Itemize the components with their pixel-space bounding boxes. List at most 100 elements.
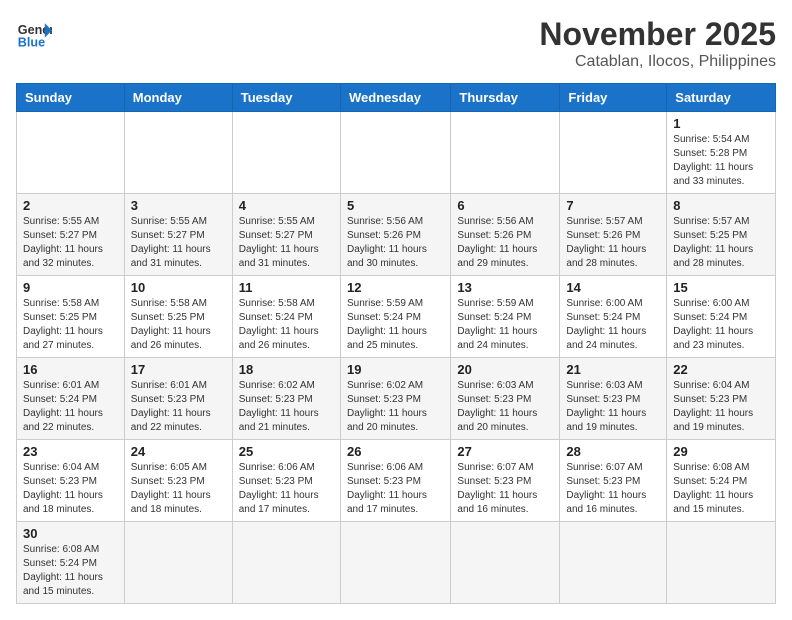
day-number: 22 (673, 362, 769, 377)
table-row: 16Sunrise: 6:01 AMSunset: 5:24 PMDayligh… (17, 358, 125, 440)
logo: General Blue (16, 16, 52, 52)
header-friday: Friday (560, 84, 667, 112)
day-number: 12 (347, 280, 444, 295)
table-row: 19Sunrise: 6:02 AMSunset: 5:23 PMDayligh… (340, 358, 450, 440)
day-info: Sunrise: 6:04 AMSunset: 5:23 PMDaylight:… (23, 461, 118, 517)
table-row (560, 112, 667, 194)
day-number: 10 (131, 280, 226, 295)
table-row (124, 112, 232, 194)
day-info: Sunrise: 6:00 AMSunset: 5:24 PMDaylight:… (566, 297, 660, 353)
table-row: 4Sunrise: 5:55 AMSunset: 5:27 PMDaylight… (232, 194, 340, 276)
day-number: 24 (131, 444, 226, 459)
table-row: 11 Sunrise: 5:58 AMSunset: 5:24 PMDayligh… (232, 276, 340, 358)
location-title: Catablan, Ilocos, Philippines (539, 53, 776, 71)
table-row: 17 Sunrise: 6:01 AMSunset: 5:23 PMDayligh… (124, 358, 232, 440)
day-number: 30 (23, 526, 118, 541)
header-monday: Monday (124, 84, 232, 112)
table-row: 27 Sunrise: 6:07 AMSunset: 5:23 PMDayligh… (451, 440, 560, 522)
day-info: Sunrise: 6:00 AMSunset: 5:24 PMDaylight:… (673, 297, 769, 353)
day-info: Sunrise: 6:03 AMSunset: 5:23 PMDaylight:… (566, 379, 660, 435)
table-row: 24 Sunrise: 6:05 AMSunset: 5:23 PMDayligh… (124, 440, 232, 522)
day-number: 17 (131, 362, 226, 377)
day-number: 1 (673, 116, 769, 131)
day-info: Sunrise: 5:55 AMSunset: 5:27 PMDaylight:… (23, 215, 118, 271)
table-row: 21 Sunrise: 6:03 AMSunset: 5:23 PMDayligh… (560, 358, 667, 440)
day-info: Sunrise: 5:58 AMSunset: 5:25 PMDaylight:… (131, 297, 226, 353)
day-number: 11 (239, 280, 334, 295)
day-info: Sunrise: 5:59 AMSunset: 5:24 PMDaylight:… (347, 297, 444, 353)
calendar-week-row: 1 Sunrise: 5:54 AMSunset: 5:28 PMDaylight… (17, 112, 776, 194)
day-number: 3 (131, 198, 226, 213)
day-number: 7 (566, 198, 660, 213)
day-number: 9 (23, 280, 118, 295)
table-row (232, 522, 340, 604)
svg-text:Blue: Blue (18, 36, 45, 50)
header-thursday: Thursday (451, 84, 560, 112)
day-info: Sunrise: 6:06 AMSunset: 5:23 PMDaylight:… (347, 461, 444, 517)
weekday-header-row: Sunday Monday Tuesday Wednesday Thursday… (17, 84, 776, 112)
day-info: Sunrise: 6:07 AMSunset: 5:23 PMDaylight:… (566, 461, 660, 517)
day-number: 26 (347, 444, 444, 459)
table-row: 22 Sunrise: 6:04 AMSunset: 5:23 PMDayligh… (667, 358, 776, 440)
table-row: 20 Sunrise: 6:03 AMSunset: 5:23 PMDayligh… (451, 358, 560, 440)
table-row (124, 522, 232, 604)
table-row: 9 Sunrise: 5:58 AMSunset: 5:25 PMDaylight… (17, 276, 125, 358)
logo-icon: General Blue (16, 16, 52, 52)
day-info: Sunrise: 6:01 AMSunset: 5:23 PMDaylight:… (131, 379, 226, 435)
day-info: Sunrise: 5:56 AMSunset: 5:26 PMDaylight:… (457, 215, 553, 271)
table-row (340, 522, 450, 604)
day-info: Sunrise: 5:54 AMSunset: 5:28 PMDaylight:… (673, 133, 769, 189)
table-row: 13Sunrise: 5:59 AMSunset: 5:24 PMDayligh… (451, 276, 560, 358)
day-info: Sunrise: 5:55 AMSunset: 5:27 PMDaylight:… (131, 215, 226, 271)
calendar-week-row: 23 Sunrise: 6:04 AMSunset: 5:23 PMDayligh… (17, 440, 776, 522)
table-row: 8Sunrise: 5:57 AMSunset: 5:25 PMDaylight… (667, 194, 776, 276)
table-row (232, 112, 340, 194)
day-number: 14 (566, 280, 660, 295)
day-info: Sunrise: 5:58 AMSunset: 5:25 PMDaylight:… (23, 297, 118, 353)
table-row: 25Sunrise: 6:06 AMSunset: 5:23 PMDayligh… (232, 440, 340, 522)
table-row: 3 Sunrise: 5:55 AMSunset: 5:27 PMDaylight… (124, 194, 232, 276)
day-info: Sunrise: 6:08 AMSunset: 5:24 PMDaylight:… (23, 543, 118, 599)
header-saturday: Saturday (667, 84, 776, 112)
day-number: 15 (673, 280, 769, 295)
day-info: Sunrise: 6:07 AMSunset: 5:23 PMDaylight:… (457, 461, 553, 517)
header: General Blue November 2025 Catablan, Ilo… (16, 16, 776, 71)
calendar-week-row: 16Sunrise: 6:01 AMSunset: 5:24 PMDayligh… (17, 358, 776, 440)
day-info: Sunrise: 6:03 AMSunset: 5:23 PMDaylight:… (457, 379, 553, 435)
day-info: Sunrise: 6:05 AMSunset: 5:23 PMDaylight:… (131, 461, 226, 517)
header-sunday: Sunday (17, 84, 125, 112)
header-wednesday: Wednesday (340, 84, 450, 112)
day-number: 6 (457, 198, 553, 213)
day-number: 29 (673, 444, 769, 459)
day-number: 5 (347, 198, 444, 213)
day-info: Sunrise: 5:56 AMSunset: 5:26 PMDaylight:… (347, 215, 444, 271)
table-row (451, 522, 560, 604)
day-info: Sunrise: 6:01 AMSunset: 5:24 PMDaylight:… (23, 379, 118, 435)
table-row: 1 Sunrise: 5:54 AMSunset: 5:28 PMDaylight… (667, 112, 776, 194)
day-number: 21 (566, 362, 660, 377)
day-info: Sunrise: 5:57 AMSunset: 5:26 PMDaylight:… (566, 215, 660, 271)
table-row: 14 Sunrise: 6:00 AMSunset: 5:24 PMDayligh… (560, 276, 667, 358)
day-number: 28 (566, 444, 660, 459)
table-row (560, 522, 667, 604)
table-row: 26 Sunrise: 6:06 AMSunset: 5:23 PMDayligh… (340, 440, 450, 522)
day-number: 8 (673, 198, 769, 213)
day-info: Sunrise: 6:02 AMSunset: 5:23 PMDaylight:… (347, 379, 444, 435)
day-number: 27 (457, 444, 553, 459)
day-info: Sunrise: 6:04 AMSunset: 5:23 PMDaylight:… (673, 379, 769, 435)
day-info: Sunrise: 5:58 AMSunset: 5:24 PMDaylight:… (239, 297, 334, 353)
table-row: 15 Sunrise: 6:00 AMSunset: 5:24 PMDayligh… (667, 276, 776, 358)
day-info: Sunrise: 5:59 AMSunset: 5:24 PMDaylight:… (457, 297, 553, 353)
day-info: Sunrise: 6:02 AMSunset: 5:23 PMDaylight:… (239, 379, 334, 435)
table-row (451, 112, 560, 194)
calendar-table: Sunday Monday Tuesday Wednesday Thursday… (16, 83, 776, 604)
day-info: Sunrise: 5:55 AMSunset: 5:27 PMDaylight:… (239, 215, 334, 271)
table-row: 5 Sunrise: 5:56 AMSunset: 5:26 PMDaylight… (340, 194, 450, 276)
calendar-week-row: 30 Sunrise: 6:08 AMSunset: 5:24 PMDayligh… (17, 522, 776, 604)
table-row: 23 Sunrise: 6:04 AMSunset: 5:23 PMDayligh… (17, 440, 125, 522)
table-row: 18Sunrise: 6:02 AMSunset: 5:23 PMDayligh… (232, 358, 340, 440)
day-number: 20 (457, 362, 553, 377)
day-number: 23 (23, 444, 118, 459)
table-row: 6 Sunrise: 5:56 AMSunset: 5:26 PMDaylight… (451, 194, 560, 276)
table-row: 12 Sunrise: 5:59 AMSunset: 5:24 PMDayligh… (340, 276, 450, 358)
